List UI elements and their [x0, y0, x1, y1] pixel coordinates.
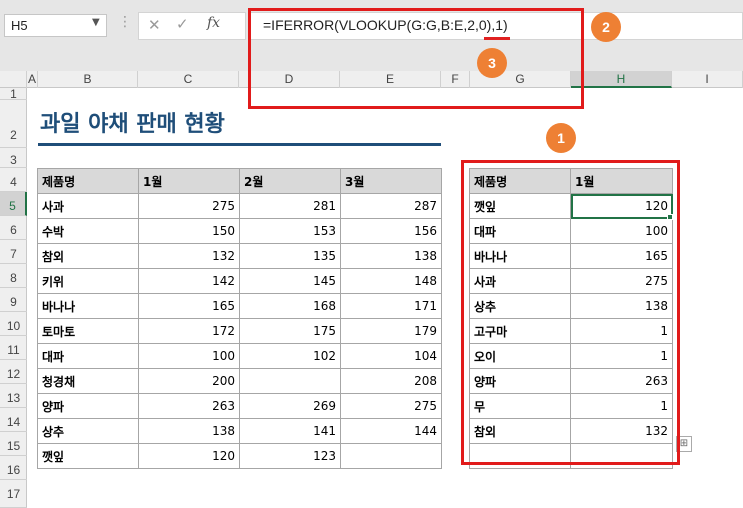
step-badge-3: 3	[477, 48, 507, 78]
select-all-corner[interactable]	[0, 71, 27, 88]
table-row: 수박 150 153 156	[37, 218, 442, 244]
product-cell[interactable]: 청경채	[37, 368, 139, 394]
value-cell[interactable]: 123	[239, 443, 341, 469]
step-badge-2: 2	[591, 12, 621, 42]
header-cell[interactable]: 1월	[138, 168, 240, 194]
header-cell[interactable]: 제품명	[37, 168, 139, 194]
result-highlight-box	[461, 160, 680, 465]
row-header-16[interactable]: 16	[0, 456, 27, 480]
table-row: 참외 132 135 138	[37, 243, 442, 269]
value-cell[interactable]: 172	[138, 318, 240, 344]
value-cell[interactable]: 165	[138, 293, 240, 319]
cancel-icon[interactable]: ✕	[148, 16, 161, 34]
title-underline	[38, 143, 441, 146]
product-cell[interactable]: 사과	[37, 193, 139, 219]
value-cell[interactable]: 100	[138, 343, 240, 369]
step-badge-1: 1	[546, 123, 576, 153]
row-header-13[interactable]: 13	[0, 384, 27, 408]
value-cell[interactable]: 120	[138, 443, 240, 469]
row-header-10[interactable]: 10	[0, 312, 27, 336]
column-header-c[interactable]: C	[138, 71, 239, 88]
product-cell[interactable]: 키위	[37, 268, 139, 294]
value-cell[interactable]: 148	[340, 268, 442, 294]
value-cell[interactable]: 141	[239, 418, 341, 444]
product-cell[interactable]: 깻잎	[37, 443, 139, 469]
value-cell[interactable]: 150	[138, 218, 240, 244]
table-row: 깻잎 120 123	[37, 443, 442, 469]
table-row: 청경채 200 208	[37, 368, 442, 394]
value-cell[interactable]	[239, 368, 341, 394]
value-cell[interactable]: 156	[340, 218, 442, 244]
product-cell[interactable]: 수박	[37, 218, 139, 244]
column-header-a[interactable]: A	[27, 71, 38, 88]
value-cell[interactable]: 142	[138, 268, 240, 294]
drag-handle-icon[interactable]: ⋮	[118, 14, 133, 30]
value-cell[interactable]: 135	[239, 243, 341, 269]
column-header-h[interactable]: H	[571, 71, 672, 88]
table-row: 토마토 172 175 179	[37, 318, 442, 344]
row-header-11[interactable]: 11	[0, 336, 27, 360]
table-row: 바나나 165 168 171	[37, 293, 442, 319]
value-cell[interactable]: 287	[340, 193, 442, 219]
value-cell[interactable]: 175	[239, 318, 341, 344]
header-cell[interactable]: 3월	[340, 168, 442, 194]
value-cell[interactable]: 104	[340, 343, 442, 369]
row-header-2[interactable]: 2	[0, 100, 27, 148]
column-header-b[interactable]: B	[38, 71, 138, 88]
formula-highlight-box	[248, 8, 584, 109]
row-header-17[interactable]: 17	[0, 480, 27, 508]
product-cell[interactable]: 참외	[37, 243, 139, 269]
product-cell[interactable]: 상추	[37, 418, 139, 444]
row-header-14[interactable]: 14	[0, 408, 27, 432]
chevron-down-icon[interactable]: ▼	[92, 17, 100, 28]
value-cell[interactable]: 168	[239, 293, 341, 319]
value-cell[interactable]: 138	[340, 243, 442, 269]
value-cell[interactable]: 200	[138, 368, 240, 394]
row-header-15[interactable]: 15	[0, 432, 27, 456]
row-header-12[interactable]: 12	[0, 360, 27, 384]
table-row: 사과 275 281 287	[37, 193, 442, 219]
table-header-row: 제품명 1월 2월 3월	[37, 168, 442, 194]
value-cell[interactable]: 179	[340, 318, 442, 344]
column-header-i[interactable]: I	[672, 71, 743, 88]
sheet-title: 과일 야채 판매 현황	[40, 112, 225, 137]
value-cell[interactable]: 153	[239, 218, 341, 244]
value-cell[interactable]: 275	[138, 193, 240, 219]
row-header-9[interactable]: 9	[0, 288, 27, 312]
value-cell[interactable]: 102	[239, 343, 341, 369]
row-header-1[interactable]: 1	[0, 88, 27, 100]
product-cell[interactable]: 토마토	[37, 318, 139, 344]
table-row: 상추 138 141 144	[37, 418, 442, 444]
value-cell[interactable]: 138	[138, 418, 240, 444]
check-icon[interactable]: ✓	[176, 15, 189, 33]
value-cell[interactable]: 275	[340, 393, 442, 419]
value-cell[interactable]: 171	[340, 293, 442, 319]
row-header-3[interactable]: 3	[0, 148, 27, 168]
value-cell[interactable]: 145	[239, 268, 341, 294]
product-cell[interactable]: 대파	[37, 343, 139, 369]
row-header-8[interactable]: 8	[0, 264, 27, 288]
table-row: 대파 100 102 104	[37, 343, 442, 369]
product-cell[interactable]: 양파	[37, 393, 139, 419]
value-cell[interactable]	[340, 443, 442, 469]
table-row: 양파 263 269 275	[37, 393, 442, 419]
value-cell[interactable]: 269	[239, 393, 341, 419]
row-header-6[interactable]: 6	[0, 216, 27, 240]
sales-table: 제품명 1월 2월 3월 사과 275 281 287 수박 150 153 156 참외 1…	[37, 168, 442, 469]
table-row: 키위 142 145 148	[37, 268, 442, 294]
row-header-4[interactable]: 4	[0, 168, 27, 192]
header-cell[interactable]: 2월	[239, 168, 341, 194]
value-cell[interactable]: 281	[239, 193, 341, 219]
value-cell[interactable]: 132	[138, 243, 240, 269]
row-header-7[interactable]: 7	[0, 240, 27, 264]
value-cell[interactable]: 263	[138, 393, 240, 419]
value-cell[interactable]: 208	[340, 368, 442, 394]
row-header-5[interactable]: 5	[0, 192, 27, 216]
value-cell[interactable]: 144	[340, 418, 442, 444]
insert-function-icon[interactable]: fx	[207, 15, 220, 31]
product-cell[interactable]: 바나나	[37, 293, 139, 319]
